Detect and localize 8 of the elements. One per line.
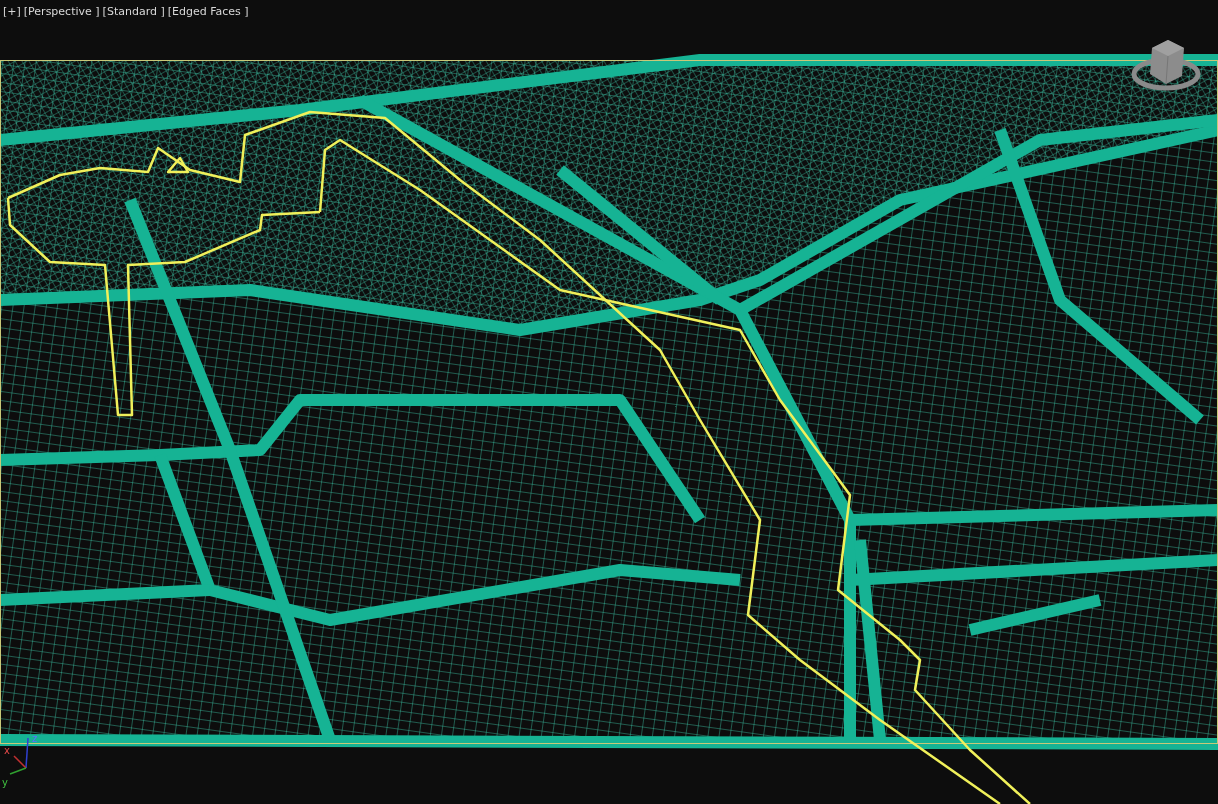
axis-label: z bbox=[32, 733, 38, 744]
viewport-menu-label[interactable]: [+] bbox=[3, 5, 21, 18]
viewport-menu-label[interactable]: [Perspective ] bbox=[23, 5, 100, 18]
viewport-menu-label[interactable]: [Standard ] bbox=[102, 5, 165, 18]
axis-label: y bbox=[2, 777, 8, 788]
axis-tripod-icon bbox=[9, 737, 29, 775]
axis-label: x bbox=[4, 745, 10, 756]
viewport-menu-label[interactable]: [Edged Faces ] bbox=[167, 5, 249, 18]
